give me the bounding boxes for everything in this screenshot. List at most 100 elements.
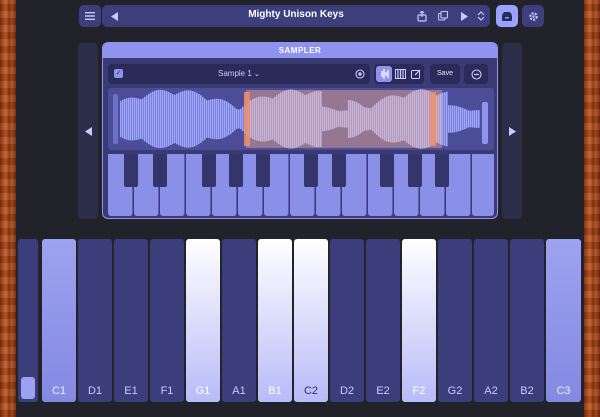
waveform-bar	[412, 91, 414, 147]
waveform-bar	[442, 92, 444, 146]
mini-black-key[interactable]	[408, 154, 422, 187]
octave-scroll-key[interactable]	[18, 239, 38, 402]
waveform-bar	[328, 107, 330, 131]
waveform-bar	[398, 96, 400, 142]
waveform-bar	[254, 98, 256, 140]
remove-sample-button[interactable]	[468, 66, 484, 82]
piano-key[interactable]: F1	[150, 239, 184, 402]
waveform-bar	[212, 99, 214, 139]
sampler-mini-keyboard[interactable]	[108, 154, 494, 216]
mini-black-key[interactable]	[229, 154, 243, 187]
piano-key[interactable]: A2	[474, 239, 508, 402]
piano-key[interactable]: B2	[510, 239, 544, 402]
sample-selector-bar: ✓ Sample 1 ⌄	[108, 64, 370, 84]
waveform-bar	[346, 110, 348, 128]
waveform-bar	[470, 110, 472, 128]
waveform-mode-button[interactable]	[376, 66, 392, 82]
sort-icon	[477, 11, 485, 21]
key-label: D1	[87, 385, 103, 397]
duplicate-button[interactable]	[435, 8, 451, 24]
mini-black-key[interactable]	[202, 154, 216, 187]
keys-mode-button[interactable]	[392, 66, 408, 82]
menu-button[interactable]	[79, 5, 101, 27]
waveform-bar	[164, 90, 166, 148]
sampler-header: SAMPLER	[103, 43, 497, 58]
save-button[interactable]: Save	[430, 64, 460, 84]
piano-key[interactable]: D2	[330, 239, 364, 402]
preset-title[interactable]: Mighty Unison Keys	[102, 9, 490, 20]
waveform-bar	[338, 111, 340, 127]
sampler-view-button[interactable]	[496, 5, 518, 27]
mini-black-key[interactable]	[380, 154, 394, 187]
waveform-bar	[344, 110, 346, 128]
piano-key[interactable]: G2	[438, 239, 472, 402]
waveform-bar	[422, 89, 424, 149]
waveform-bar	[150, 92, 152, 146]
waveform-bar	[448, 105, 450, 133]
mini-black-key[interactable]	[124, 154, 138, 187]
piano-key[interactable]: C2	[294, 239, 328, 402]
triangle-right-icon	[461, 11, 468, 21]
start-handle[interactable]	[113, 94, 118, 144]
sort-options-button[interactable]	[473, 8, 489, 24]
mini-white-key[interactable]	[446, 154, 471, 216]
waveform-bar	[476, 110, 478, 128]
waveform-bar	[402, 97, 404, 141]
waveform-bar	[304, 94, 306, 144]
waveform-bar	[240, 108, 242, 130]
piano-key[interactable]: C3	[546, 239, 581, 402]
piano-key[interactable]: D1	[78, 239, 112, 402]
sample-dropdown[interactable]: Sample 1 ⌄	[218, 69, 260, 78]
edit-mode-button[interactable]	[408, 66, 424, 82]
waveform-bar	[414, 90, 416, 148]
mini-black-key[interactable]	[256, 154, 270, 187]
waveform-bar	[274, 96, 276, 142]
piano-key[interactable]: E2	[366, 239, 400, 402]
wood-side-panel-right	[584, 0, 600, 417]
mini-black-key[interactable]	[435, 154, 449, 187]
waveform-bar	[158, 89, 160, 149]
scroll-handle[interactable]	[21, 377, 35, 399]
settings-button[interactable]	[522, 5, 544, 27]
share-button[interactable]	[414, 8, 430, 24]
record-button[interactable]	[352, 66, 368, 82]
piano-key[interactable]: C1	[42, 239, 76, 402]
key-label: G1	[195, 385, 211, 397]
piano-key[interactable]: E1	[114, 239, 148, 402]
main-keyboard: C1 D1 E1 F1 G1 A1 B1 C2 D2 E2 F2 G2 A2 B2 C3	[16, 239, 584, 402]
waveform-bar	[288, 89, 290, 149]
waveform-bar	[446, 91, 448, 147]
previous-page-button[interactable]	[78, 43, 98, 219]
next-preset-button[interactable]	[456, 8, 472, 24]
piano-key[interactable]: F2	[402, 239, 436, 402]
waveform-bar	[318, 90, 320, 148]
mini-black-key[interactable]	[304, 154, 318, 187]
end-handle[interactable]	[482, 102, 488, 144]
waveform-bar	[134, 97, 136, 141]
key-label: A2	[484, 385, 498, 397]
waveform-bar	[466, 109, 468, 129]
waveform-bar	[474, 110, 476, 128]
next-page-button[interactable]	[502, 43, 522, 219]
waveform-bar	[418, 89, 420, 149]
waveform-bar	[330, 108, 332, 130]
waveform-bar	[326, 107, 328, 131]
sample-enable-checkbox[interactable]: ✓	[114, 69, 123, 78]
loop-start-marker[interactable]	[244, 92, 250, 146]
waveform-bar	[156, 90, 158, 148]
piano-key[interactable]: G1	[186, 239, 220, 402]
piano-key[interactable]: B1	[258, 239, 292, 402]
waveform-display[interactable]	[108, 88, 494, 150]
mode-toggle-group	[374, 64, 424, 84]
loop-end-marker[interactable]	[430, 92, 436, 146]
mini-white-key[interactable]	[472, 154, 494, 216]
waveform-bar	[286, 90, 288, 148]
mini-black-key[interactable]	[153, 154, 167, 187]
waveform-bar	[462, 108, 464, 130]
waveform-bar	[454, 105, 456, 133]
waveform-bar	[444, 92, 446, 146]
waveform-bar	[190, 90, 192, 148]
piano-key[interactable]: A1	[222, 239, 256, 402]
waveform-bar	[192, 91, 194, 147]
mini-black-key[interactable]	[332, 154, 346, 187]
